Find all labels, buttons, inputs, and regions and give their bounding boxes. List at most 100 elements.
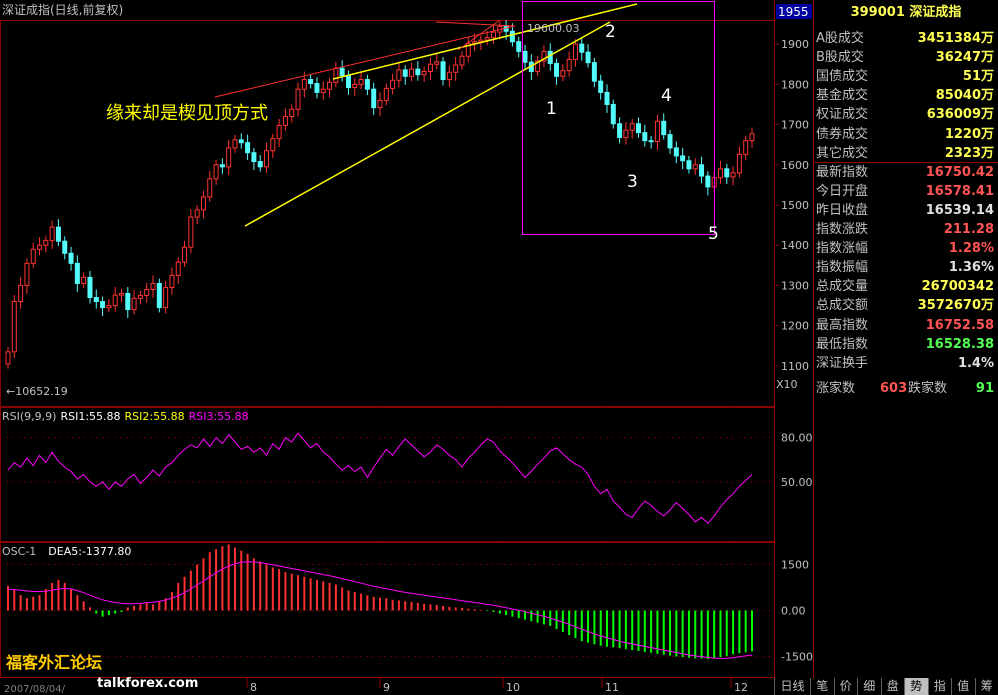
price-tick-3: 1600	[781, 159, 809, 172]
tab-5[interactable]: 势	[904, 678, 928, 695]
stat-label: 最低指数	[816, 336, 869, 352]
candle-body-81	[516, 41, 522, 52]
stat-row: 国债成交 51万	[814, 67, 998, 86]
candle-body-44	[282, 116, 288, 126]
stat-value: 3451384万	[917, 31, 994, 46]
candle-body-36	[232, 139, 238, 149]
candle-body-49	[314, 83, 320, 93]
tab-2[interactable]: 价	[833, 678, 857, 695]
stat-value: 1220万	[944, 126, 994, 142]
candle-body-41	[264, 150, 270, 168]
stat-value: 36247万	[935, 50, 994, 66]
watermark-site-name: 福客外汇论坛	[5, 653, 102, 672]
osc-tick-0: 1500	[781, 558, 809, 571]
candle-body-32	[207, 178, 213, 198]
stat-row: 最高指数 16752.58	[814, 316, 998, 335]
tab-6[interactable]: 指	[927, 678, 951, 695]
candle-body-103	[654, 120, 660, 142]
tab-7[interactable]: 值	[951, 678, 975, 695]
candle-body-55	[352, 83, 358, 89]
candle-body-93	[591, 62, 597, 82]
stat-value: 1.28%	[948, 241, 994, 257]
stat-label: 今日开盘	[816, 183, 869, 199]
candle-body-116	[736, 153, 742, 174]
stat-value: 85040万	[935, 88, 994, 104]
candle-body-113	[717, 168, 723, 179]
sidebar: 399001 深证成指 A股成交 3451384万 B股成交 36247万 国债成交 51…	[814, 0, 998, 695]
stat-label: 债券成交	[816, 126, 869, 142]
candlestick-series	[5, 20, 755, 369]
candle-body-99	[629, 123, 635, 131]
rsi-title: RSI(9,9,9)	[2, 410, 56, 423]
candle-body-67	[427, 63, 433, 72]
stat-label: 基金成交	[816, 88, 869, 104]
time-tick-1: 9	[383, 681, 390, 694]
bottom-tabs: 日线笔价细盘势指值筹	[774, 678, 998, 695]
candle-body-109	[692, 164, 698, 170]
stat-row: 债券成交 1220万	[814, 125, 998, 144]
osc-tick-2: -1500	[781, 651, 813, 664]
stat-row: 基金成交 85040万	[814, 86, 998, 105]
stat-value: 16528.38	[925, 336, 994, 352]
candle-body-105	[667, 134, 673, 149]
candle-body-87	[554, 62, 560, 77]
price-tick-1: 1800	[781, 78, 809, 91]
price-tick-2: 1700	[781, 119, 809, 132]
price-tick-8: 1100	[781, 360, 809, 373]
candle-body-11	[74, 262, 80, 284]
candle-body-29	[188, 216, 194, 248]
decline-value: 91	[975, 381, 994, 396]
candle-body-111	[705, 175, 711, 188]
wave-label-3: 3	[627, 172, 638, 192]
stat-label: 指数振幅	[816, 260, 869, 276]
stat-value: 16752.58	[925, 317, 994, 333]
candle-body-35	[226, 147, 232, 168]
rsi-legend: RSI(9,9,9) RSI1:55.88 RSI2:55.88 RSI3:55.88	[2, 410, 249, 423]
candle-body-50	[320, 88, 326, 93]
dea-label: DEA5:-1377.80	[48, 545, 131, 558]
candle-body-53	[339, 67, 345, 77]
candle-body-18	[118, 292, 124, 296]
candle-body-91	[579, 43, 585, 53]
tab-4[interactable]: 盘	[880, 678, 904, 695]
candle-body-45	[289, 108, 295, 118]
candle-body-38	[245, 142, 251, 154]
candle-body-61	[390, 79, 396, 89]
candle-body-23	[150, 282, 156, 290]
stat-label: B股成交	[816, 50, 864, 66]
osc-legend: OSC-1 DEA5:-1377.80	[2, 545, 131, 558]
candle-body-6	[43, 239, 49, 246]
candle-body-89	[566, 58, 572, 72]
wedge-annotation	[244, 3, 638, 227]
candle-body-98	[623, 129, 629, 138]
rsi2-label: RSI2:55.88	[125, 410, 185, 423]
candle-body-92	[585, 51, 591, 64]
stat-label: 国债成交	[816, 69, 869, 85]
candle-body-12	[81, 276, 87, 284]
candle-body-26	[169, 274, 175, 288]
wave-label-2: 2	[605, 22, 616, 42]
candle-body-96	[610, 103, 616, 125]
candle-body-59	[377, 99, 383, 109]
advance-label: 涨家数	[816, 381, 856, 396]
rsi3-label: RSI3:55.88	[189, 410, 249, 423]
candle-body-63	[402, 69, 408, 77]
stat-label: 昨日收盘	[816, 202, 869, 218]
candle-body-65	[415, 68, 421, 76]
candle-body-19	[125, 292, 131, 311]
candle-body-94	[598, 80, 604, 93]
candle-body-0	[5, 351, 11, 365]
candle-body-68	[434, 61, 440, 65]
candle-body-17	[112, 294, 118, 307]
sidebar-title: 399001 深证成指	[850, 5, 962, 20]
candle-body-82	[522, 50, 528, 63]
tab-3[interactable]: 细	[857, 678, 881, 695]
tab-8[interactable]: 筹	[974, 678, 998, 695]
low-label: ←10652.19	[6, 385, 68, 398]
stat-row: 指数涨跌 211.28	[814, 220, 998, 239]
candle-body-20	[131, 297, 137, 311]
tab-1[interactable]: 笔	[810, 678, 834, 695]
candle-body-22	[144, 288, 150, 297]
candle-body-46	[295, 88, 301, 110]
tab-0[interactable]: 日线	[774, 678, 810, 695]
